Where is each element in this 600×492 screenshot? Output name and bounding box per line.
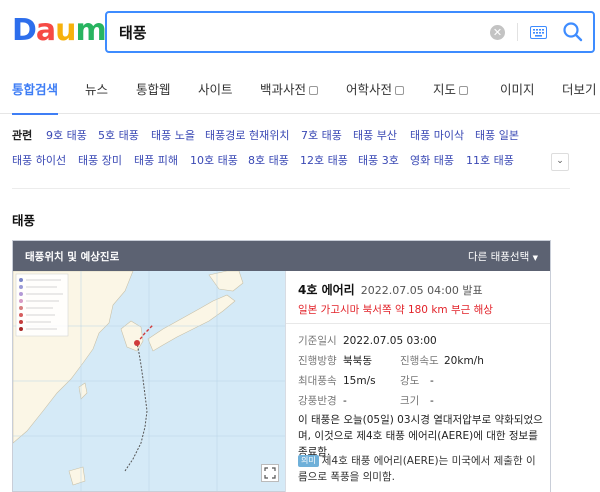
search-tabs: 통합검색 뉴스 통합웹 사이트 백과사전 어학사전 지도 이미지 더보기 bbox=[0, 66, 600, 115]
card-header: 태풍위치 및 예상진로 다른 태풍선택 ▼ bbox=[13, 241, 550, 271]
related-link[interactable]: 태풍경로 현재위치 bbox=[205, 127, 289, 143]
header: Daum ✕ bbox=[0, 0, 600, 66]
related-link[interactable]: 12호 태풍 bbox=[300, 152, 348, 168]
typhoon-map-graphic bbox=[13, 271, 285, 491]
select-label: 다른 태풍선택 bbox=[467, 251, 530, 263]
max-wind-label: 최대풍속 bbox=[298, 375, 337, 387]
info-divider bbox=[286, 323, 550, 324]
tab-label: 지도 bbox=[433, 82, 457, 97]
base-time-value: 2022.07.05 03:00 bbox=[343, 335, 437, 347]
card-title: 태풍위치 및 예상진로 bbox=[25, 251, 120, 263]
logo-letter-m: m bbox=[75, 13, 107, 48]
related-link[interactable]: 태풍 3호 bbox=[358, 152, 399, 168]
announced-time: 2022.07.05 04:00 발표 bbox=[360, 284, 483, 297]
strength-value: - bbox=[430, 375, 434, 387]
search-box: ✕ bbox=[105, 11, 595, 53]
external-link-icon bbox=[459, 86, 469, 95]
logo-letter-d: D bbox=[12, 13, 37, 48]
related-link[interactable]: 7호 태풍 bbox=[301, 127, 342, 143]
related-link[interactable]: 태풍 노을 bbox=[151, 127, 195, 143]
tab-web[interactable]: 통합웹 bbox=[136, 66, 171, 114]
search-input[interactable] bbox=[119, 21, 479, 43]
speed-value: 20km/h bbox=[444, 355, 484, 367]
direction-value: 북북동 bbox=[343, 355, 372, 367]
clear-icon[interactable]: ✕ bbox=[490, 25, 505, 40]
base-time-label: 기준일시 bbox=[298, 335, 337, 347]
logo-letter-a: a bbox=[35, 13, 56, 48]
typhoon-map[interactable] bbox=[13, 271, 285, 491]
direction-row: 진행방향 북북동 bbox=[298, 353, 372, 368]
search-icon[interactable] bbox=[562, 21, 584, 47]
related-link[interactable]: 태풍 마이삭 bbox=[410, 127, 464, 143]
related-link[interactable]: 태풍 장미 bbox=[78, 152, 122, 168]
direction-label: 진행방향 bbox=[298, 355, 337, 367]
external-link-icon bbox=[309, 86, 319, 95]
related-link[interactable]: 5호 태풍 bbox=[98, 127, 139, 143]
tab-label: 더보기 bbox=[562, 82, 597, 97]
related-link[interactable]: 8호 태풍 bbox=[248, 152, 289, 168]
chevron-down-icon: ⌄ bbox=[556, 156, 564, 166]
tab-encyclopedia[interactable]: 백과사전 bbox=[260, 66, 319, 114]
tab-label: 통합검색 bbox=[12, 82, 59, 97]
tab-images[interactable]: 이미지 bbox=[500, 66, 535, 114]
related-link[interactable]: 9호 태풍 bbox=[46, 127, 87, 143]
typhoon-info-panel: 4호 에어리 2022.07.05 04:00 발표 일본 가고시마 북서쪽 약 … bbox=[285, 271, 550, 492]
typhoon-name-note: 의미 제4호 태풍 에어리(AERE)는 미국에서 제출한 이름으로 폭풍을 의미… bbox=[298, 453, 543, 485]
speed-row: 진행속도 20km/h bbox=[400, 353, 484, 368]
related-link[interactable]: 10호 태풍 bbox=[190, 152, 238, 168]
section-title: 태풍 bbox=[12, 213, 36, 228]
max-wind-row: 최대풍속 15m/s bbox=[298, 373, 376, 388]
radius-label: 강풍반경 bbox=[298, 395, 337, 407]
tab-label: 사이트 bbox=[198, 82, 233, 97]
strength-row: 강도 - bbox=[400, 373, 434, 388]
other-typhoon-select[interactable]: 다른 태풍선택 ▼ bbox=[468, 249, 538, 264]
strength-label: 강도 bbox=[400, 375, 420, 387]
size-row: 크기 - bbox=[400, 393, 434, 408]
section-divider bbox=[12, 188, 570, 189]
tab-label: 이미지 bbox=[500, 82, 535, 97]
tab-news[interactable]: 뉴스 bbox=[85, 66, 108, 114]
typhoon-card: 태풍위치 및 예상진로 다른 태풍선택 ▼ 4호 에어리 2022.07.05 … bbox=[12, 240, 551, 492]
external-link-icon bbox=[395, 86, 405, 95]
keyboard-icon[interactable] bbox=[530, 24, 547, 43]
tab-integrated[interactable]: 통합검색 bbox=[12, 66, 59, 115]
related-link[interactable]: 태풍 하이선 bbox=[12, 152, 66, 168]
base-time-row: 기준일시 2022.07.05 03:00 bbox=[298, 333, 437, 348]
tab-label: 뉴스 bbox=[85, 82, 109, 97]
map-expand-icon[interactable] bbox=[261, 464, 279, 482]
radius-value: - bbox=[343, 395, 347, 407]
related-link[interactable]: 태풍 부산 bbox=[353, 127, 397, 143]
related-link[interactable]: 11호 태풍 bbox=[466, 152, 514, 168]
related-expand-button[interactable]: ⌄ bbox=[551, 153, 569, 171]
divider bbox=[517, 23, 518, 41]
speed-label: 진행속도 bbox=[400, 355, 439, 367]
caret-down-icon: ▼ bbox=[532, 254, 538, 262]
tab-label: 백과사전 bbox=[260, 82, 307, 97]
note-text: 제4호 태풍 에어리(AERE)는 미국에서 제출한 이름으로 폭풍을 의미함. bbox=[298, 455, 536, 483]
daum-logo[interactable]: Daum bbox=[12, 13, 107, 48]
meaning-badge: 의미 bbox=[298, 455, 319, 467]
related-title: 관련 bbox=[12, 129, 33, 142]
tab-site[interactable]: 사이트 bbox=[198, 66, 233, 114]
related-link[interactable]: 영화 태풍 bbox=[410, 152, 454, 168]
tab-label: 어학사전 bbox=[346, 82, 393, 97]
logo-letter-u: u bbox=[55, 13, 76, 48]
size-value: - bbox=[430, 395, 434, 407]
max-wind-value: 15m/s bbox=[343, 375, 376, 387]
tab-more[interactable]: 더보기 bbox=[562, 66, 597, 114]
typhoon-name[interactable]: 4호 에어리 bbox=[298, 283, 355, 297]
tab-label: 통합웹 bbox=[136, 82, 171, 97]
tab-map[interactable]: 지도 bbox=[433, 66, 469, 114]
radius-row: 강풍반경 - bbox=[298, 393, 347, 408]
related-link[interactable]: 태풍 일본 bbox=[475, 127, 519, 143]
size-label: 크기 bbox=[400, 395, 420, 407]
related-link[interactable]: 태풍 피해 bbox=[134, 152, 178, 168]
tab-dictionary[interactable]: 어학사전 bbox=[346, 66, 405, 114]
typhoon-name-line: 4호 에어리 2022.07.05 04:00 발표 bbox=[298, 281, 483, 298]
typhoon-location: 일본 가고시마 북서쪽 약 180 km 부근 해상 bbox=[298, 304, 493, 316]
